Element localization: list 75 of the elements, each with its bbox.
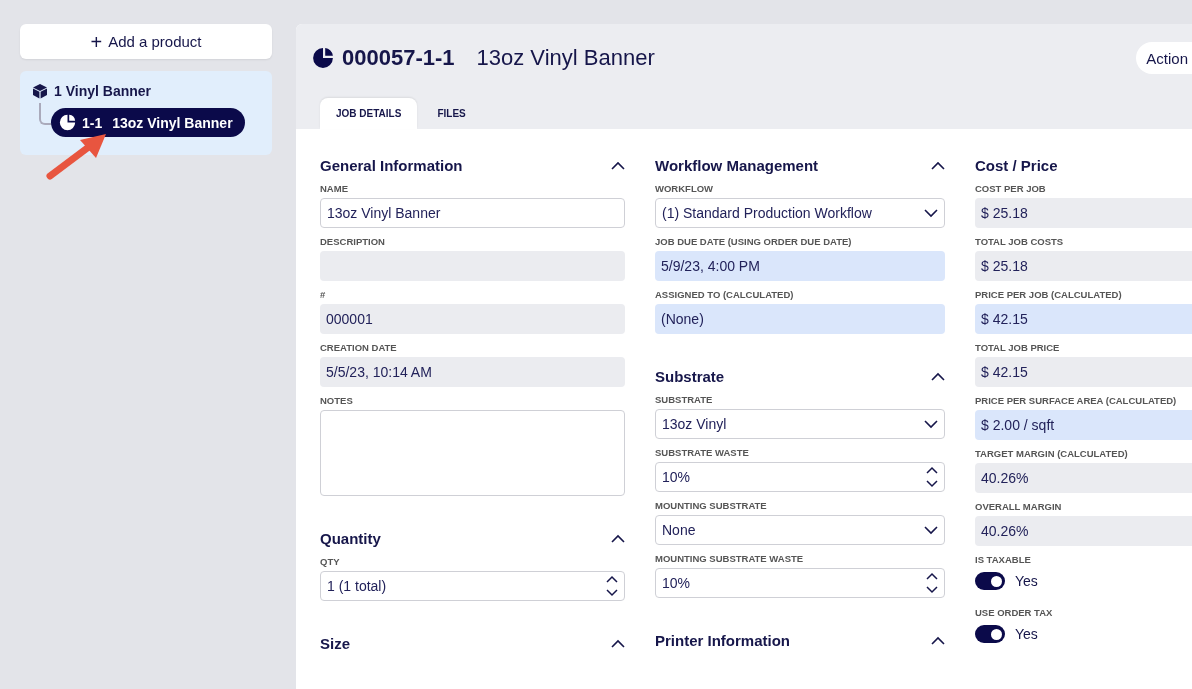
section-title: Workflow Management — [655, 156, 819, 174]
field-label: QTY — [320, 556, 341, 567]
field-label: MOUNTING SUBSTRATE WASTE — [655, 553, 805, 564]
job-number: 000057-1-1 — [342, 45, 455, 71]
readonly-field: 40.26% — [975, 463, 1192, 493]
readonly-field: $ 25.18 — [975, 198, 1192, 228]
readonly-field: $ 25.18 — [975, 251, 1192, 281]
field-label: IS TAXABLE — [975, 554, 1032, 565]
field-label: SUBSTRATE — [655, 394, 714, 405]
field-label: DESCRIPTION — [320, 236, 386, 247]
calculated-field: $ 42.15 — [975, 304, 1192, 334]
field-label: # — [320, 289, 327, 300]
chevron-down-icon[interactable] — [924, 525, 938, 535]
select-field[interactable]: None — [655, 515, 945, 545]
toggle-label: Yes — [1015, 626, 1038, 642]
select-field[interactable]: (1) Standard Production Workflow — [655, 198, 945, 228]
tab[interactable]: JOB DETAILS — [320, 98, 418, 129]
field-label: WORKFLOW — [655, 183, 715, 194]
tree-item[interactable]: 1-1 13oz Vinyl Banner — [51, 108, 245, 137]
field-label: MOUNTING SUBSTRATE — [655, 500, 768, 511]
calculated-field: (None) — [655, 304, 945, 334]
chevron-down-icon[interactable] — [924, 419, 938, 429]
field-label: USE ORDER TAX — [975, 607, 1054, 618]
field-label: PRICE PER JOB (CALCULATED) — [975, 289, 1123, 300]
add-product-button[interactable]: + Add a product — [20, 24, 272, 59]
actions-button[interactable]: Action — [1136, 42, 1192, 74]
pie-icon — [312, 47, 334, 69]
field-label: TOTAL JOB PRICE — [975, 342, 1061, 353]
number-field[interactable]: 10% — [655, 568, 945, 598]
readonly-field: 40.26% — [975, 516, 1192, 546]
field-label: TOTAL JOB COSTS — [975, 236, 1065, 247]
toggle-switch[interactable] — [975, 625, 1005, 643]
text-field[interactable]: 13oz Vinyl Banner — [320, 198, 625, 228]
stepper-icon[interactable] — [926, 572, 938, 594]
toggle-switch[interactable] — [975, 572, 1005, 590]
field-label: ASSIGNED TO (CALCULATED) — [655, 289, 795, 300]
tree-item[interactable]: 1 Vinyl Banner — [32, 81, 151, 101]
job-title: 13oz Vinyl Banner — [476, 45, 655, 71]
calculated-field: 5/9/23, 4:00 PM — [655, 251, 945, 281]
readonly-field: $ 42.15 — [975, 357, 1192, 387]
section-title: Quantity — [320, 529, 381, 547]
notes-field[interactable] — [320, 410, 625, 496]
field-label: NAME — [320, 183, 349, 194]
section-title: General Information — [320, 156, 463, 174]
section-title: Substrate — [655, 367, 725, 385]
number-field[interactable]: 1 (1 total) — [320, 571, 625, 601]
collapse-chevron-icon[interactable] — [931, 160, 945, 170]
field-label: TARGET MARGIN (CALCULATED) — [975, 448, 1129, 459]
field-label: SUBSTRATE WASTE — [655, 447, 750, 458]
collapse-chevron-icon[interactable] — [931, 371, 945, 381]
collapse-chevron-icon[interactable] — [931, 635, 945, 645]
readonly-field: 000001 — [320, 304, 625, 334]
field-label: JOB DUE DATE (USING ORDER DUE DATE) — [655, 236, 853, 247]
collapse-chevron-icon[interactable] — [611, 533, 625, 543]
pie-icon — [59, 114, 76, 131]
toggle-label: Yes — [1015, 573, 1038, 589]
section-title: Size — [320, 634, 350, 652]
chevron-down-icon[interactable] — [924, 208, 938, 218]
field-label: COST PER JOB — [975, 183, 1047, 194]
cube-icon — [32, 83, 48, 99]
field-label: OVERALL MARGIN — [975, 501, 1063, 512]
calculated-field: $ 2.00 / sqft — [975, 410, 1192, 440]
section-title: Cost / Price — [975, 156, 1058, 174]
select-field[interactable]: 13oz Vinyl — [655, 409, 945, 439]
collapse-chevron-icon[interactable] — [611, 160, 625, 170]
stepper-icon[interactable] — [606, 575, 618, 597]
field-label: CREATION DATE — [320, 342, 398, 353]
tab[interactable]: FILES — [421, 98, 482, 129]
field-label: PRICE PER SURFACE AREA (CALCULATED) — [975, 395, 1178, 406]
section-title: Printer Information — [655, 631, 790, 649]
readonly-field: 5/5/23, 10:14 AM — [320, 357, 625, 387]
collapse-chevron-icon[interactable] — [611, 638, 625, 648]
stepper-icon[interactable] — [926, 466, 938, 488]
number-field[interactable]: 10% — [655, 462, 945, 492]
field-label: NOTES — [320, 395, 354, 406]
